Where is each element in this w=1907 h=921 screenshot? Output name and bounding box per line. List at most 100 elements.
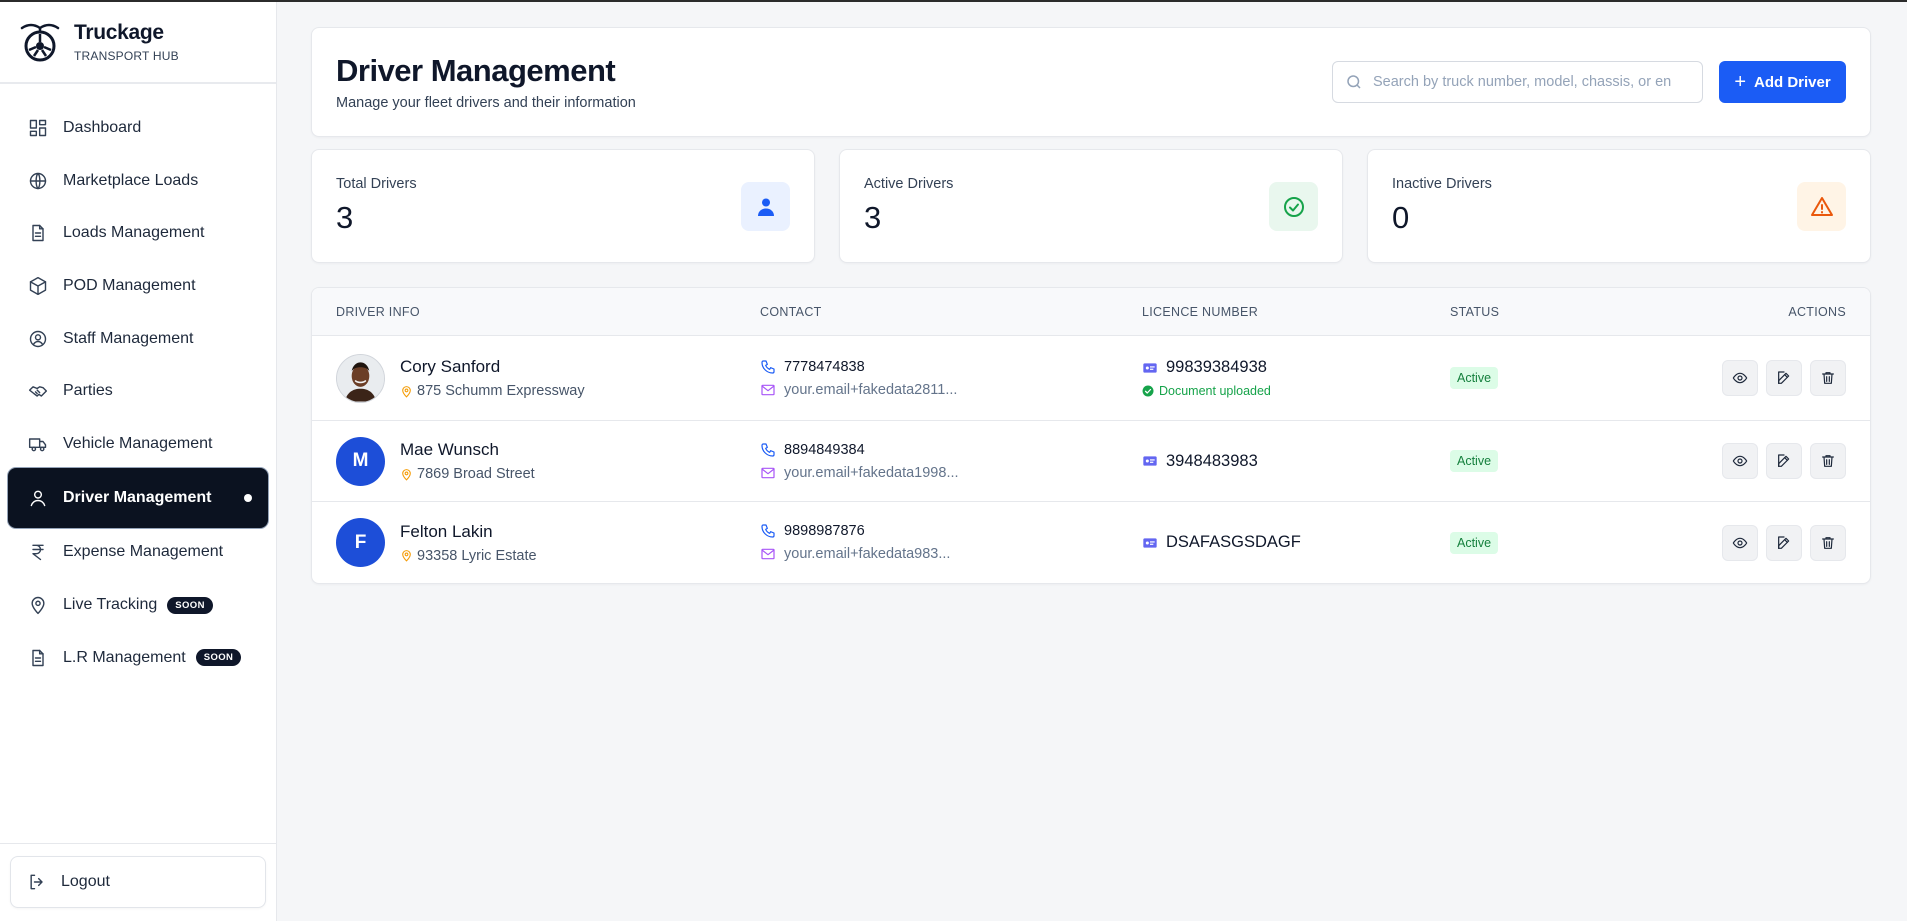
document-status-text: Document uploaded — [1159, 384, 1271, 398]
sidebar-item-label: L.R Management — [63, 648, 186, 666]
column-header: CONTACT — [760, 304, 822, 319]
trash-icon — [1822, 372, 1834, 384]
app-root: Truckage TRANSPORT HUB Dashboard Marketp… — [0, 2, 1907, 921]
delete-button[interactable] — [1810, 524, 1846, 561]
email-address: your.email+fakedata1998... — [784, 464, 959, 481]
view-button[interactable] — [1722, 443, 1758, 479]
table-header: DRIVER INFO CONTACT LICENCE NUMBER STATU… — [312, 288, 1870, 336]
page-subtitle: Manage your fleet drivers and their info… — [336, 95, 636, 111]
avatar: M — [336, 436, 385, 486]
sidebar-item-expense-management[interactable]: Expense Management — [0, 526, 276, 579]
sidebar-item-label: Staff Management — [63, 329, 194, 347]
document-icon — [28, 648, 48, 668]
licence-line: 3948483983 — [1142, 452, 1450, 471]
table-row: Cory Sanford 875 Schumm Expressway 77784… — [312, 336, 1870, 421]
sidebar-item-live-tracking[interactable]: Live Tracking SOON — [0, 579, 276, 632]
page-header: Driver Management Manage your fleet driv… — [311, 27, 1871, 137]
sidebar-item-label: Driver Management — [63, 489, 212, 507]
column-header: ACTIONS — [1788, 304, 1846, 319]
user-icon — [741, 182, 790, 231]
email-line: your.email+fakedata983... — [760, 546, 1142, 562]
map-pin-icon — [28, 595, 48, 615]
contact-info: 9898987876 your.email+fakedata983... — [760, 523, 1142, 562]
sidebar-item-label: Loads Management — [63, 224, 205, 242]
licence-number: 99839384938 — [1166, 358, 1267, 376]
location-pin-icon — [402, 468, 411, 481]
eye-icon — [1732, 455, 1748, 467]
row-actions — [1620, 443, 1870, 479]
phone-number: 9898987876 — [784, 523, 865, 539]
edit-button[interactable] — [1766, 524, 1802, 561]
id-card-icon — [1143, 456, 1157, 466]
check-circle-icon — [1142, 385, 1154, 397]
sidebar-item-parties[interactable]: Parties — [0, 365, 276, 418]
table-row: M Mae Wunsch 7869 Broad Street 889484938… — [312, 421, 1870, 502]
edit-icon — [1778, 371, 1790, 384]
document-icon — [28, 223, 48, 243]
contact-info: 7778474838 your.email+fakedata2811... — [760, 359, 1142, 398]
row-actions — [1620, 360, 1870, 396]
phone-number: 8894849384 — [784, 441, 865, 458]
sidebar-item-driver-management[interactable]: Driver Management — [10, 470, 266, 527]
logout-button[interactable]: Logout — [10, 856, 266, 908]
logout-icon — [30, 874, 43, 890]
sidebar-item-label: Parties — [63, 382, 113, 400]
brand-subtitle: TRANSPORT HUB — [74, 49, 179, 63]
email-line: your.email+fakedata1998... — [760, 465, 1142, 481]
licence-info: 3948483983 — [1142, 452, 1450, 471]
delete-button[interactable] — [1810, 443, 1846, 479]
driver-address: 875 Schumm Expressway — [400, 383, 585, 399]
sidebar-item-label: POD Management — [63, 277, 196, 295]
id-card-icon — [1143, 362, 1157, 373]
sidebar-item-marketplace-loads[interactable]: Marketplace Loads — [0, 155, 276, 208]
sidebar-item-label: Dashboard — [63, 119, 142, 137]
phone-icon — [761, 524, 775, 538]
mail-icon — [761, 548, 775, 560]
driver-photo-icon — [337, 354, 384, 402]
search-icon — [1347, 75, 1361, 89]
status-badge: Active — [1450, 367, 1499, 389]
driver-name: Mae Wunsch — [400, 440, 499, 459]
search-box[interactable] — [1332, 61, 1703, 103]
stat-card-inactive-drivers: Inactive Drivers 0 — [1367, 149, 1871, 263]
edit-icon — [1778, 454, 1790, 467]
active-indicator-dot — [244, 494, 252, 503]
delete-button[interactable] — [1810, 360, 1846, 396]
warning-icon — [1797, 182, 1846, 231]
brand[interactable]: Truckage TRANSPORT HUB — [0, 2, 276, 84]
stat-value: 3 — [336, 200, 354, 235]
sidebar-item-pod-management[interactable]: POD Management — [0, 260, 276, 313]
mail-icon — [761, 384, 775, 395]
address-text: 875 Schumm Expressway — [417, 383, 585, 399]
truckage-logo-icon — [20, 23, 60, 62]
rupee-icon — [28, 542, 48, 562]
stat-card-active-drivers: Active Drivers 3 — [839, 149, 1343, 263]
sidebar-item-staff-management[interactable]: Staff Management — [0, 312, 276, 365]
eye-icon — [1732, 537, 1748, 548]
sidebar-item-vehicle-management[interactable]: Vehicle Management — [0, 418, 276, 471]
sidebar-item-dashboard[interactable]: Dashboard — [0, 102, 276, 155]
sidebar-item-loads-management[interactable]: Loads Management — [0, 207, 276, 260]
phone-line: 9898987876 — [760, 523, 1142, 539]
status-badge: Active — [1450, 450, 1499, 472]
brand-title: Truckage — [74, 21, 164, 44]
add-driver-button[interactable]: + Add Driver — [1719, 61, 1846, 103]
trash-icon — [1822, 455, 1834, 467]
sidebar-item-lr-management[interactable]: L.R Management SOON — [0, 631, 276, 684]
status-cell: Active — [1450, 450, 1620, 472]
edit-button[interactable] — [1766, 360, 1802, 396]
view-button[interactable] — [1722, 360, 1758, 396]
location-pin-icon — [402, 385, 411, 398]
search-input[interactable] — [1373, 74, 1693, 90]
status-cell: Active — [1450, 367, 1620, 389]
view-button[interactable] — [1722, 524, 1758, 561]
eye-icon — [1732, 372, 1748, 384]
edit-button[interactable] — [1766, 443, 1802, 479]
stats-row: Total Drivers 3 Active Drivers 3 Inactiv… — [311, 149, 1871, 263]
id-card-icon — [1143, 537, 1157, 548]
driver-address: 93358 Lyric Estate — [400, 548, 537, 564]
status-cell: Active — [1450, 531, 1620, 554]
email-line: your.email+fakedata2811... — [760, 382, 1142, 398]
page-title: Driver Management — [336, 53, 616, 88]
soon-badge: SOON — [195, 649, 242, 667]
